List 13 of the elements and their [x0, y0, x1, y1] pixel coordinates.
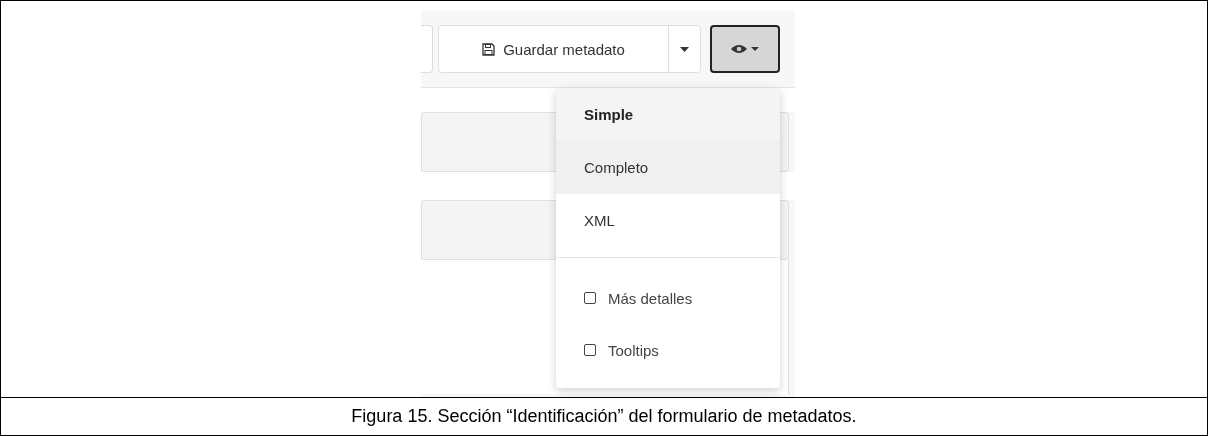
option-label[interactable]: Tooltips: [608, 341, 659, 359]
option-label[interactable]: Más detalles: [608, 289, 693, 307]
menu-item[interactable]: Simple: [556, 88, 780, 141]
menu-item[interactable]: XML: [556, 194, 780, 247]
figure-caption: Figura 15. Sección “Identificación” del formulario de metadatos.: [1, 397, 1207, 435]
eye-icon: [731, 44, 747, 54]
caret-icon: [751, 47, 759, 51]
caret-icon: [680, 46, 689, 52]
view-button[interactable]: [710, 25, 780, 73]
save-icon: [482, 42, 496, 56]
checkbox[interactable]: [584, 344, 596, 356]
menu-item[interactable]: Completo: [556, 141, 780, 194]
checkbox[interactable]: [584, 292, 596, 304]
